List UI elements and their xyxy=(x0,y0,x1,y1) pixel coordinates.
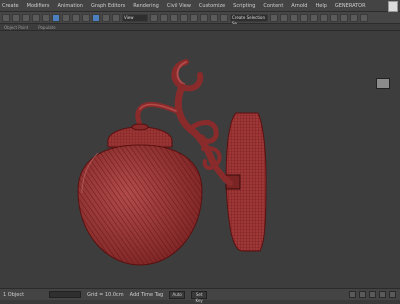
menu-help[interactable]: Help xyxy=(315,3,326,9)
tab-object-paint[interactable]: Object Paint xyxy=(4,25,28,30)
unlink-icon[interactable] xyxy=(32,13,40,22)
select-object-icon[interactable] xyxy=(52,13,60,22)
mirror-icon[interactable] xyxy=(270,13,278,22)
spinner-snap-icon[interactable] xyxy=(210,13,218,22)
curve-editor-icon[interactable] xyxy=(310,13,318,22)
status-bar: 1 Object Grid = 10.0cm Add Time Tag Auto… xyxy=(0,288,400,303)
snap-icon[interactable] xyxy=(180,13,188,22)
render-setup-icon[interactable] xyxy=(340,13,348,22)
pan-icon[interactable] xyxy=(369,291,376,298)
layer-explorer-icon[interactable] xyxy=(300,13,308,22)
perspective-viewport[interactable] xyxy=(0,31,400,288)
add-time-tag[interactable]: Add Time Tag xyxy=(130,292,164,298)
rotate-icon[interactable] xyxy=(102,13,110,22)
reference-coord-dropdown[interactable]: View xyxy=(122,13,148,22)
scale-icon[interactable] xyxy=(112,13,120,22)
menu-animation[interactable]: Animation xyxy=(57,3,83,9)
selection-status: 1 Object xyxy=(3,291,25,298)
menubar: Create Modifiers Animation Graph Editors… xyxy=(0,0,400,12)
maxscript-listener[interactable] xyxy=(49,291,81,298)
menu-scripting[interactable]: Scripting xyxy=(233,3,255,9)
redo-icon[interactable] xyxy=(12,13,20,22)
ribbon-tabs: Object Paint Populate xyxy=(0,24,400,31)
zoom-all-icon[interactable] xyxy=(359,291,366,298)
tab-populate[interactable]: Populate xyxy=(38,25,55,30)
zoom-icon[interactable] xyxy=(349,291,356,298)
rect-selection-icon[interactable] xyxy=(72,13,80,22)
menu-create[interactable]: Create xyxy=(2,3,19,9)
auto-key-button[interactable]: Auto xyxy=(169,290,186,299)
window-crossing-icon[interactable] xyxy=(82,13,90,22)
move-icon[interactable] xyxy=(92,13,100,22)
menu-civil-view[interactable]: Civil View xyxy=(167,3,191,9)
schematic-view-icon[interactable] xyxy=(320,13,328,22)
keyboard-shortcut-icon[interactable] xyxy=(170,13,178,22)
undo-icon[interactable] xyxy=(2,13,10,22)
percent-snap-icon[interactable] xyxy=(200,13,208,22)
menu-rendering[interactable]: Rendering xyxy=(133,3,159,9)
main-toolbar: View Create Selection Se xyxy=(0,12,400,26)
menu-modifiers[interactable]: Modifiers xyxy=(27,3,50,9)
grid-size: Grid = 10.0cm xyxy=(87,291,124,298)
select-by-name-icon[interactable] xyxy=(62,13,70,22)
material-editor-icon[interactable] xyxy=(330,13,338,22)
link-icon[interactable] xyxy=(22,13,30,22)
menu-content[interactable]: Content xyxy=(263,3,283,9)
bulb-cap xyxy=(107,123,173,148)
menu-graph-editors[interactable]: Graph Editors xyxy=(91,3,125,9)
menu-customize[interactable]: Customize xyxy=(199,3,225,9)
select-manipulate-icon[interactable] xyxy=(160,13,168,22)
menu-generator[interactable]: GENERATOR xyxy=(335,3,366,9)
viewcube[interactable] xyxy=(376,78,390,89)
named-selection-dropdown[interactable]: Create Selection Se xyxy=(230,13,268,26)
align-icon[interactable] xyxy=(280,13,288,22)
angle-snap-icon[interactable] xyxy=(190,13,198,22)
bind-space-warp-icon[interactable] xyxy=(42,13,50,22)
rendered-frame-icon[interactable] xyxy=(350,13,358,22)
wall-lamp-model xyxy=(77,59,267,266)
scene-explorer-icon[interactable] xyxy=(290,13,298,22)
edit-named-selection-icon[interactable] xyxy=(220,13,228,22)
render-production-icon[interactable] xyxy=(360,13,368,22)
menu-arnold[interactable]: Arnold xyxy=(291,3,307,9)
search-icon[interactable] xyxy=(388,1,398,12)
set-key-button[interactable]: Set Key xyxy=(191,290,208,303)
viewport-navigation xyxy=(349,291,400,298)
bulb-globe xyxy=(77,144,203,266)
orbit-icon[interactable] xyxy=(379,291,386,298)
pivot-icon[interactable] xyxy=(150,13,158,22)
maximize-viewport-icon[interactable] xyxy=(389,291,396,298)
